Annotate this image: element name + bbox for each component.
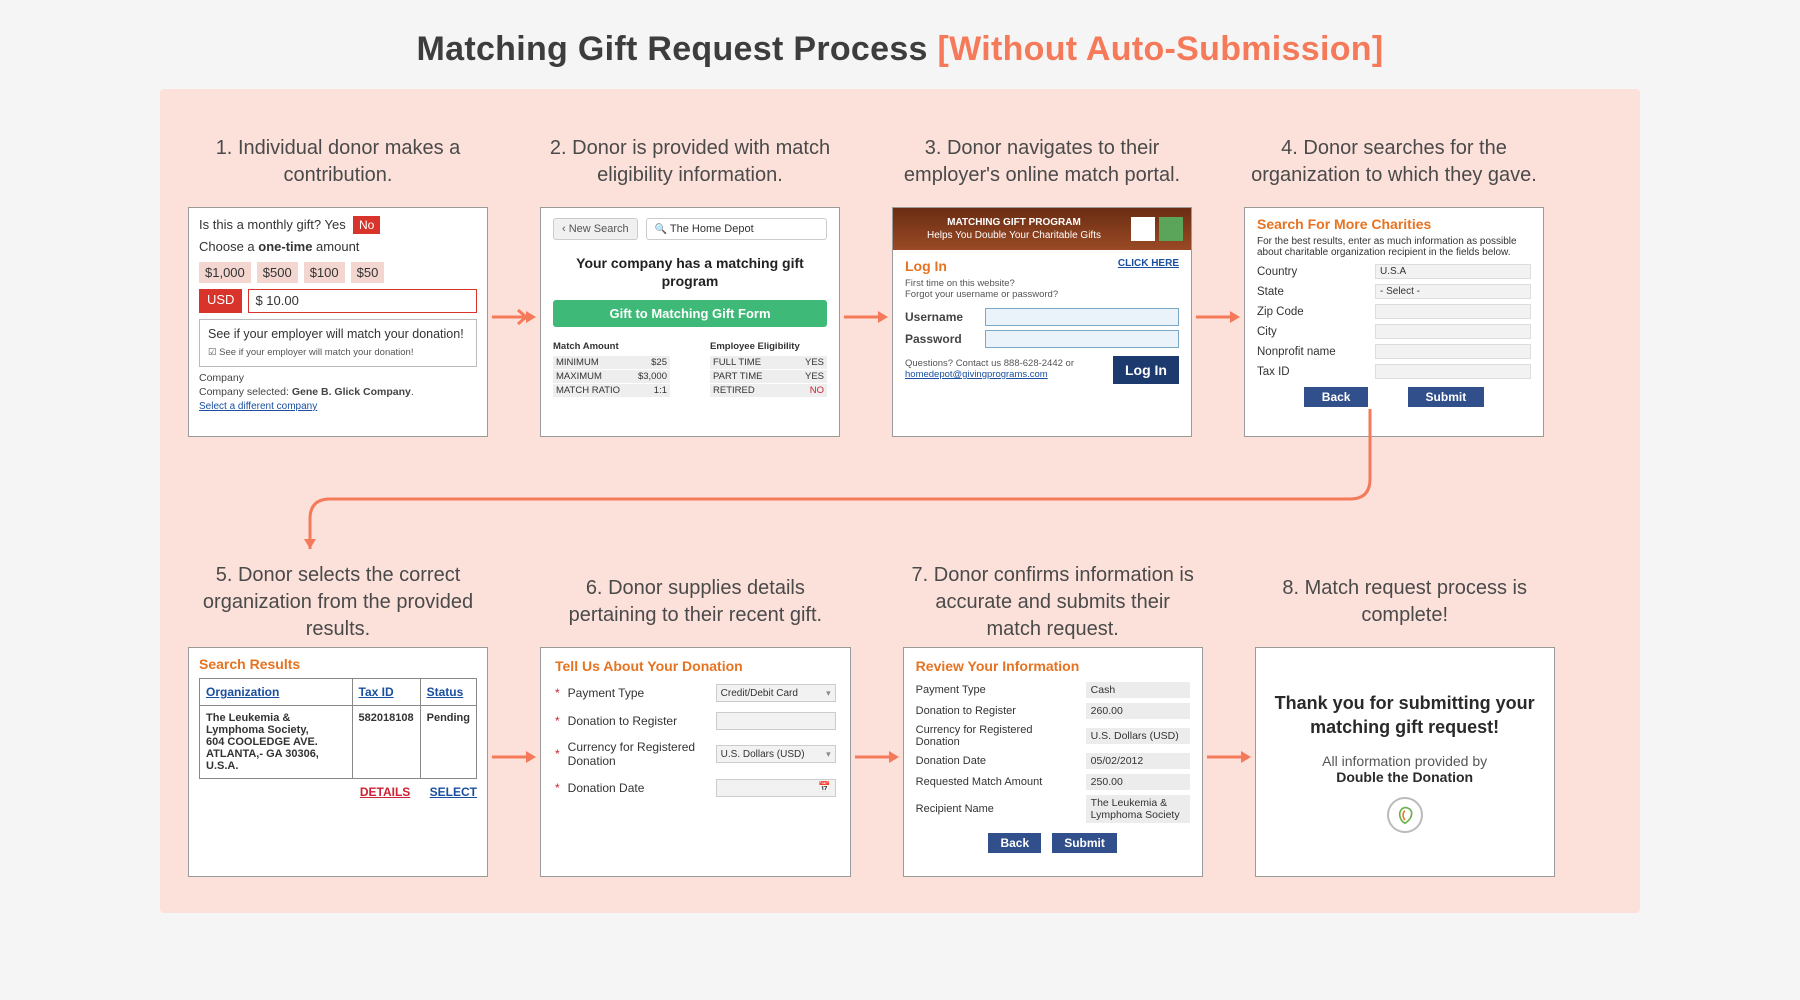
amount-option[interactable]: $500	[257, 262, 298, 284]
currency-badge: USD	[199, 289, 242, 313]
step-5-card: Search Results Organization Tax ID Statu…	[188, 647, 488, 877]
results-table: Organization Tax ID Status The Leukemia …	[199, 678, 477, 779]
monthly-no-toggle[interactable]: No	[353, 216, 380, 234]
matching-gift-form-button[interactable]: Gift to Matching Gift Form	[553, 300, 827, 327]
home-depot-logo-icon	[1131, 217, 1155, 241]
zip-input[interactable]	[1375, 304, 1531, 319]
arrow-icon	[1203, 745, 1255, 769]
city-input[interactable]	[1375, 324, 1531, 339]
currency-select[interactable]: U.S. Dollars (USD)	[716, 745, 836, 763]
donation-date-input[interactable]: 📅	[716, 779, 836, 797]
col-taxid[interactable]: Tax ID	[352, 679, 420, 706]
portal-banner: MATCHING GIFT PROGRAMHelps You Double Yo…	[893, 208, 1191, 250]
col-status[interactable]: Status	[420, 679, 476, 706]
taxid-input[interactable]	[1375, 364, 1531, 379]
step-1-card: Is this a monthly gift? Yes No Choose a …	[188, 207, 488, 437]
arrow-icon	[488, 745, 540, 769]
arrow-icon	[840, 305, 892, 329]
table-row: The Leukemia & Lymphoma Society, 604 COO…	[200, 706, 477, 779]
arrow-icon	[488, 305, 540, 329]
step-6-card: Tell Us About Your Donation *Payment Typ…	[540, 647, 851, 877]
step-2-title: 2. Donor is provided with match eligibil…	[540, 117, 840, 207]
payment-type-select[interactable]: Credit/Debit Card	[716, 684, 836, 702]
arrow-icon	[851, 745, 903, 769]
select-link[interactable]: SELECT	[430, 785, 477, 799]
employer-match-prompt: See if your employer will match your don…	[208, 326, 468, 343]
foundation-logo-icon	[1159, 217, 1183, 241]
country-input[interactable]: U.S.A	[1375, 264, 1531, 279]
submit-button[interactable]: Submit	[1408, 387, 1485, 407]
match-program-headline: Your company has a matching gift program	[553, 254, 827, 290]
step-1-title: 1. Individual donor makes a contribution…	[188, 117, 488, 207]
amount-option[interactable]: $100	[304, 262, 345, 284]
state-select[interactable]: - Select -	[1375, 284, 1531, 299]
amount-option[interactable]: $1,000	[199, 262, 251, 284]
nonprofit-name-input[interactable]	[1375, 344, 1531, 359]
step-7-card: Review Your Information Payment TypeCash…	[903, 647, 1203, 877]
step-2-card: New Search The Home Depot Your company h…	[540, 207, 840, 437]
col-organization[interactable]: Organization	[200, 679, 353, 706]
amount-option[interactable]: $50	[351, 262, 385, 284]
custom-amount-input[interactable]: $ 10.00	[248, 289, 477, 313]
step-5-title: 5. Donor selects the correct organizatio…	[188, 557, 488, 647]
password-input[interactable]	[985, 330, 1179, 348]
step-3-title: 3. Donor navigates to their employer's o…	[892, 117, 1192, 207]
new-search-button[interactable]: New Search	[553, 218, 638, 240]
page-title: Matching Gift Request Process [Without A…	[160, 30, 1640, 69]
double-the-donation-logo-icon	[1387, 797, 1423, 833]
step-3-card: MATCHING GIFT PROGRAMHelps You Double Yo…	[892, 207, 1192, 437]
details-link[interactable]: DETAILS	[360, 785, 410, 799]
company-search-input[interactable]: The Home Depot	[646, 218, 827, 240]
username-input[interactable]	[985, 308, 1179, 326]
back-button[interactable]: Back	[1304, 387, 1369, 407]
login-button[interactable]: Log In	[1113, 356, 1179, 384]
submit-button[interactable]: Submit	[1052, 833, 1117, 853]
back-button[interactable]: Back	[988, 833, 1041, 853]
step-4-title: 4. Donor searches for the organization t…	[1244, 117, 1544, 207]
process-canvas: 1. Individual donor makes a contribution…	[160, 89, 1640, 913]
arrow-icon	[1192, 305, 1244, 329]
step-4-card: Search For More Charities For the best r…	[1244, 207, 1544, 437]
donation-amount-input[interactable]	[716, 712, 836, 730]
row-1: 1. Individual donor makes a contribution…	[188, 117, 1612, 437]
row-2: 5. Donor selects the correct organizatio…	[188, 557, 1612, 877]
select-different-company-link[interactable]: Select a different company	[199, 401, 317, 412]
step-8-card: Thank you for submitting your matching g…	[1255, 647, 1555, 877]
step-8-title: 8. Match request process is complete!	[1255, 557, 1555, 647]
employer-match-checkbox[interactable]: ☑ See if your employer will match your d…	[208, 343, 468, 360]
step-7-title: 7. Donor confirms information is accurat…	[903, 557, 1203, 647]
calendar-icon: 📅	[818, 782, 830, 793]
step-6-title: 6. Donor supplies details pertaining to …	[540, 557, 851, 647]
click-here-link[interactable]: CLICK HERE	[1118, 258, 1179, 269]
contact-email-link[interactable]: homedepot@givingprograms.com	[905, 369, 1048, 380]
